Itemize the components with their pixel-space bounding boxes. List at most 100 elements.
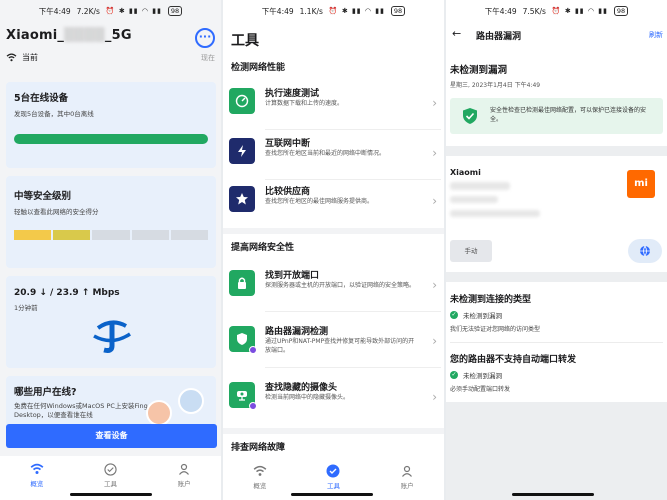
nav-account[interactable]: 账户 (387, 458, 427, 500)
redacted-name: ▒▒▒▒ (64, 28, 105, 43)
home-indicator (291, 493, 373, 496)
home-indicator (70, 493, 152, 496)
tool-internet-outage[interactable]: 互联网中断 查找您所在地区当前和最近的网络中断情况。 › (227, 132, 441, 180)
back-arrow-icon[interactable]: ← (452, 27, 461, 40)
tools-screen: 下午4:49 1.1K/s ⏰ ✱ ▮▮ ◠ ▮▮ 98 工具 检测网络性能 执… (223, 0, 444, 500)
status-bar: 下午4:49 1.1K/s ⏰ ✱ ▮▮ ◠ ▮▮ 98 (223, 0, 444, 22)
header: ← 路由器漏洞 刷新 (446, 27, 667, 45)
star-icon (229, 186, 255, 212)
status-icons: ⏰ ✱ ▮▮ ◠ ▮▮ (105, 7, 162, 15)
now-label: 现在 (201, 54, 215, 62)
speedometer-icon (229, 88, 255, 114)
section-divider (446, 146, 667, 156)
status-icons: ⏰ ✱ ▮▮ ◠ ▮▮ (328, 7, 385, 15)
chevron-right-icon: › (432, 334, 437, 348)
devices-bar (14, 134, 208, 144)
current-label: 当前 (22, 53, 38, 62)
page-title: 工具 (231, 33, 259, 49)
check-icon: ✓ (450, 311, 458, 319)
tool-router-vulnerability[interactable]: 路由器漏洞检测 通过UPnP和NAT-PMP查找并修复可能导致外部访问的开放端口… (227, 320, 441, 368)
security-card[interactable]: 中等安全级别 轻触以查看此网络的安全得分 (6, 176, 216, 268)
connection-check: ✓ 未检测到漏洞 (450, 311, 502, 320)
connection-sub: 我们无法验证对您网络的访问类型 (450, 326, 541, 333)
net-speed: 7.5K/s (522, 6, 546, 16)
status-icons: ⏰ ✱ ▮▮ ◠ ▮▮ (551, 7, 608, 15)
who-sub: 免费在任何Windows或MacOS PC上安装Fing Desktop，以便查… (14, 402, 148, 419)
avatar (178, 388, 204, 414)
lock-icon (229, 270, 255, 296)
section-security: 提高网络安全性 (231, 243, 295, 253)
section-divider (223, 228, 444, 234)
net-speed: 1.1K/s (299, 6, 323, 16)
battery-level: 98 (167, 6, 183, 16)
nav-overview[interactable]: 概览 (240, 458, 280, 500)
section-divider (223, 428, 444, 434)
shield-check-icon (463, 108, 477, 124)
isp-logo-icon (93, 320, 131, 353)
shield-icon (229, 326, 257, 354)
nav-overview[interactable]: 概览 (17, 456, 57, 500)
view-devices-button[interactable]: 查看设备 (6, 424, 217, 448)
chevron-right-icon: › (432, 390, 437, 404)
battery-level: 98 (613, 6, 629, 16)
page-title: 路由器漏洞 (476, 32, 522, 42)
net-speed: 7.2K/s (76, 6, 100, 16)
manual-button[interactable]: 手动 (450, 240, 492, 262)
status-time: 下午4:49 (484, 6, 517, 16)
camera-icon (229, 382, 257, 410)
result-text: 安全性检查已检测最佳网络配置，可以保护已连接设备的安全。 (490, 107, 647, 123)
avatar (146, 400, 172, 426)
chevron-right-icon: › (432, 146, 437, 160)
globe-icon (640, 245, 650, 257)
nav-account[interactable]: 账户 (164, 456, 204, 500)
user-icon (402, 465, 413, 477)
tool-compare-providers[interactable]: 比较供应商 查找您所在地区的最佳网络服务提供商。 › (227, 180, 441, 228)
chevron-right-icon: › (432, 194, 437, 208)
status-bar: 下午4:49 7.2K/s ⏰ ✱ ▮▮ ◠ ▮▮ 98 (0, 0, 221, 22)
port-forward-title: 您的路由器不支持自动端口转发 (450, 355, 577, 365)
speed-card[interactable]: 20.9 ↓ / 23.9 ↑ Mbps 1分钟前 (6, 276, 216, 368)
status-time: 下午4:49 (261, 6, 294, 16)
tool-speed-test[interactable]: 执行速度测试 计算数据下载和上传的速度。 › (227, 82, 441, 130)
section-divider (446, 272, 667, 282)
port-forward-sub: 必须手动配置端口转发 (450, 386, 511, 393)
speed-value: 20.9 ↓ / 23.9 ↑ Mbps (14, 288, 120, 298)
router-vulnerability-screen: 下午4:49 7.5K/s ⏰ ✱ ▮▮ ◠ ▮▮ 98 ← 路由器漏洞 刷新 … (446, 0, 667, 500)
tool-hidden-camera[interactable]: 查找隐藏的摄像头 检测当前网络中的隐藏摄像头。 › (227, 376, 441, 424)
wifi-icon (6, 53, 17, 62)
port-forward-check: ✓ 未检测到漏洞 (450, 371, 502, 380)
divider (450, 342, 663, 343)
devices-sub: 发现5台设备，其中0台离线 (14, 110, 94, 118)
section-troubleshoot: 排查网络故障 (231, 443, 286, 453)
result-box: 安全性检查已检测最佳网络配置，可以保护已连接设备的安全。 (450, 98, 663, 134)
tool-open-ports[interactable]: 找到开放端口 探测服务器或主机的开放端口，以验证网络的安全策略。 › (227, 264, 441, 312)
chevron-right-icon: › (432, 96, 437, 110)
battery-level: 98 (390, 6, 406, 16)
security-sub: 轻触以查看此网络的安全得分 (14, 208, 99, 216)
refresh-button[interactable]: 刷新 (649, 30, 663, 40)
check-circle-icon (104, 462, 117, 476)
redacted-info (450, 196, 498, 203)
status-bar: 下午4:49 7.5K/s ⏰ ✱ ▮▮ ◠ ▮▮ 98 (446, 0, 667, 22)
speed-time: 1分钟前 (14, 304, 38, 312)
devices-card[interactable]: 5台在线设备 发现5台设备，其中0台离线 (6, 82, 216, 168)
wifi-icon (253, 465, 267, 476)
wifi-icon (30, 463, 44, 475)
router-name: Xiaomi (450, 168, 481, 177)
globe-button[interactable] (628, 239, 662, 263)
section-performance: 检测网络性能 (231, 63, 286, 73)
status-time: 下午4:49 (38, 6, 71, 16)
check-circle-icon (326, 464, 340, 478)
scan-date: 星期三, 2023年1月4日 下午4:49 (450, 82, 541, 89)
devices-title: 5台在线设备 (14, 93, 69, 104)
network-name[interactable]: Xiaomi_▒▒▒▒_5G (6, 28, 215, 43)
lightning-icon (229, 138, 255, 164)
overview-screen: 下午4:49 7.2K/s ⏰ ✱ ▮▮ ◠ ▮▮ 98 Xiaomi_▒▒▒▒… (0, 0, 221, 500)
chevron-right-icon: › (432, 278, 437, 292)
current-network-row: 当前 (6, 52, 38, 63)
more-options-button[interactable]: ··· (195, 28, 215, 48)
network-header: Xiaomi_▒▒▒▒_5G ··· 当前 现在 (6, 28, 215, 68)
result-title: 未检测到漏洞 (450, 65, 508, 76)
xiaomi-logo-icon: mi (627, 170, 655, 198)
security-level-bar (14, 230, 209, 240)
